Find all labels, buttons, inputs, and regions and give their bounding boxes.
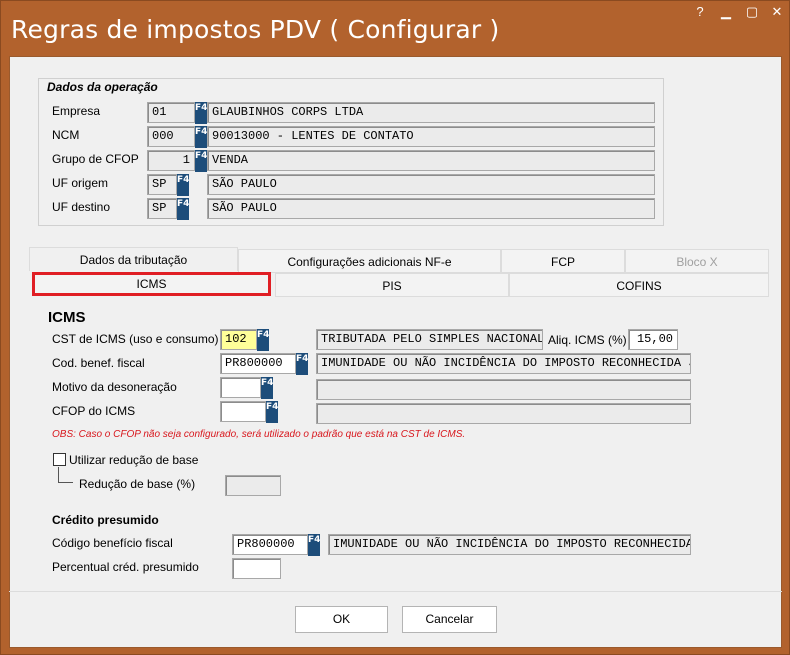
codigo-beneficio-code-field[interactable]: PR800000 bbox=[232, 534, 308, 555]
subtab-cofins[interactable]: COFINS bbox=[509, 273, 769, 297]
credito-presumido-title: Crédito presumido bbox=[52, 513, 159, 527]
cfop-icms-code-field[interactable] bbox=[220, 401, 266, 422]
uf-destino-code-field[interactable]: SP bbox=[147, 198, 177, 219]
maximize-button[interactable]: ▢ bbox=[739, 1, 765, 23]
empresa-code-field[interactable]: 01 bbox=[147, 102, 195, 123]
aliq-icms-label: Aliq. ICMS (%) bbox=[548, 333, 627, 347]
operation-group-legend: Dados da operação bbox=[45, 80, 160, 94]
motivo-desoneracao-desc-field bbox=[316, 379, 691, 400]
window-title: Regras de impostos PDV ( Configurar ) bbox=[11, 15, 500, 44]
aliq-icms-field[interactable]: 15,00 bbox=[628, 329, 678, 350]
cst-icms-label: CST de ICMS (uso e consumo) bbox=[52, 332, 219, 346]
percentual-credito-label: Percentual créd. presumido bbox=[52, 560, 199, 574]
subtab-pis[interactable]: PIS bbox=[275, 273, 509, 297]
reducao-base-label: Redução de base (%) bbox=[79, 477, 196, 491]
cfop-icms-f4-icon[interactable]: F4 bbox=[266, 401, 278, 423]
tree-connector-vertical bbox=[58, 467, 59, 482]
reducao-base-checkbox-label: Utilizar redução de base bbox=[69, 453, 199, 467]
cst-icms-f4-icon[interactable]: F4 bbox=[257, 329, 269, 351]
uf-destino-f4-icon[interactable]: F4 bbox=[177, 198, 189, 220]
footer-separator bbox=[9, 591, 782, 592]
codigo-beneficio-f4-icon[interactable]: F4 bbox=[308, 534, 320, 556]
cfop-group-label: Grupo de CFOP bbox=[52, 152, 139, 166]
cancel-button[interactable]: Cancelar bbox=[402, 606, 497, 633]
tab-fcp[interactable]: FCP bbox=[501, 249, 625, 273]
reducao-base-checkbox[interactable] bbox=[53, 453, 66, 466]
uf-origem-desc-field: SÃO PAULO bbox=[207, 174, 655, 195]
reducao-base-field[interactable] bbox=[225, 475, 281, 496]
cfop-obs-note: OBS: Caso o CFOP não seja configurado, s… bbox=[52, 429, 466, 440]
cod-benef-desc-field: IMUNIDADE OU NÃO INCIDÊNCIA DO IMPOSTO R… bbox=[316, 353, 691, 374]
icms-section-title: ICMS bbox=[48, 309, 86, 326]
tab-config-adicionais-nfe[interactable]: Configurações adicionais NF-e bbox=[238, 249, 501, 273]
motivo-desoneracao-code-field[interactable] bbox=[220, 377, 261, 398]
cst-icms-code-field[interactable]: 102 bbox=[220, 329, 257, 350]
uf-origem-code-field[interactable]: SP bbox=[147, 174, 177, 195]
codigo-beneficio-desc-field: IMUNIDADE OU NÃO INCIDÊNCIA DO IMPOSTO R… bbox=[328, 534, 691, 555]
uf-destino-label: UF destino bbox=[52, 200, 111, 214]
cfop-group-desc-field: VENDA bbox=[207, 150, 655, 171]
cod-benef-label: Cod. benef. fiscal bbox=[52, 356, 145, 370]
ncm-f4-icon[interactable]: F4 bbox=[195, 126, 207, 148]
cfop-icms-label: CFOP do ICMS bbox=[52, 404, 136, 418]
cod-benef-code-field[interactable]: PR800000 bbox=[220, 353, 296, 374]
help-button[interactable]: ? bbox=[687, 1, 713, 23]
uf-destino-desc-field: SÃO PAULO bbox=[207, 198, 655, 219]
uf-origem-f4-icon[interactable]: F4 bbox=[177, 174, 189, 196]
cod-benef-f4-icon[interactable]: F4 bbox=[296, 353, 308, 375]
ncm-code-field[interactable]: 000 bbox=[147, 126, 195, 147]
ncm-label: NCM bbox=[52, 128, 80, 142]
empresa-desc-field: GLAUBINHOS CORPS LTDA bbox=[207, 102, 655, 123]
cfop-icms-desc-field bbox=[316, 403, 691, 424]
uf-origem-label: UF origem bbox=[52, 176, 109, 190]
cfop-group-f4-icon[interactable]: F4 bbox=[195, 150, 207, 172]
motivo-desoneracao-f4-icon[interactable]: F4 bbox=[261, 377, 273, 399]
tab-dados-tributacao[interactable]: Dados da tributação bbox=[29, 247, 238, 271]
minimize-button[interactable]: ▁ bbox=[713, 1, 739, 23]
tab-bloco-x[interactable]: Bloco X bbox=[625, 249, 769, 273]
cfop-group-code-field[interactable]: 1 bbox=[147, 150, 195, 171]
window-frame: Regras de impostos PDV ( Configurar ) ? … bbox=[0, 0, 790, 655]
subtab-icms[interactable]: ICMS bbox=[32, 272, 271, 296]
percentual-credito-field[interactable] bbox=[232, 558, 281, 579]
cst-icms-desc-field: TRIBUTADA PELO SIMPLES NACIONAL bbox=[316, 329, 543, 350]
motivo-desoneracao-label: Motivo da desoneração bbox=[52, 380, 177, 394]
close-button[interactable]: ✕ bbox=[765, 1, 789, 23]
tree-connector-horizontal bbox=[58, 482, 73, 483]
ncm-desc-field: 90013000 - LENTES DE CONTATO bbox=[207, 126, 655, 147]
empresa-label: Empresa bbox=[52, 104, 101, 118]
empresa-f4-icon[interactable]: F4 bbox=[195, 102, 207, 124]
codigo-beneficio-label: Código benefício fiscal bbox=[52, 536, 173, 550]
ok-button[interactable]: OK bbox=[295, 606, 388, 633]
